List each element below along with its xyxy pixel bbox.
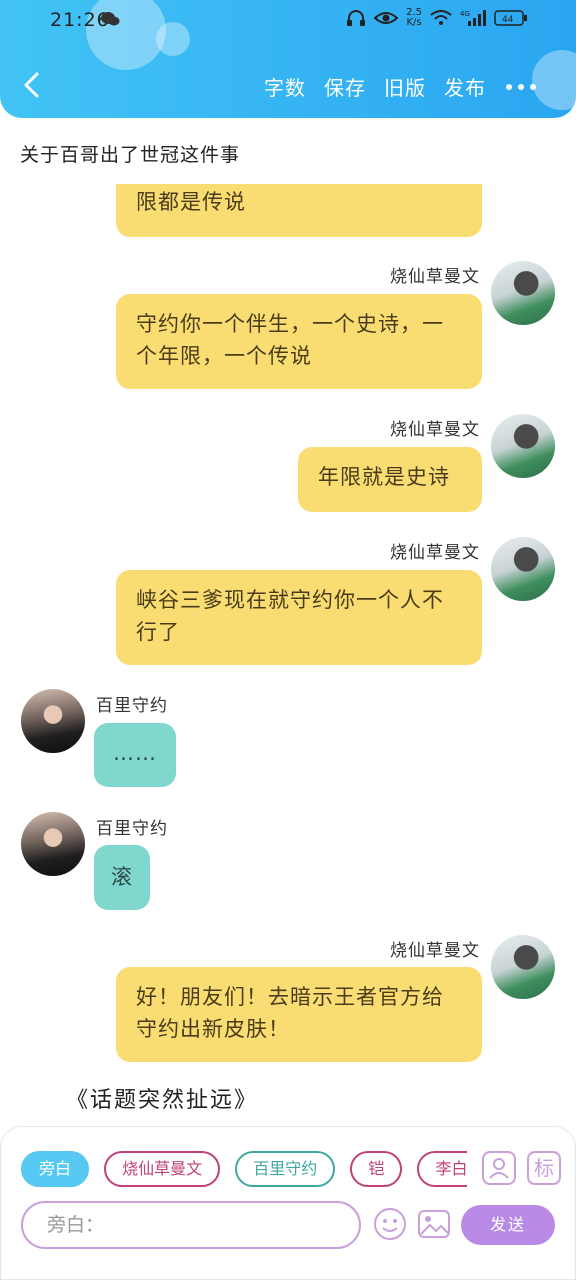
sender-name: 烧仙草曼文 [390,267,480,287]
net-speed: 2.5 K/s [406,8,422,28]
message-text: …… [113,741,157,765]
avatar[interactable] [491,414,555,478]
wifi-icon [430,10,452,25]
chevron-left-icon[interactable] [18,70,48,100]
headphones-icon [347,10,366,26]
message-bubble[interactable]: 守约你一个伴生，一个史诗，一个年限，一个传说 [116,294,482,389]
message-text: 守约你一个伴生，一个史诗，一个年限，一个传说 [136,312,444,368]
message-bubble[interactable]: 滚 [94,845,150,910]
avatar[interactable] [21,689,85,753]
decor-bubble [532,50,576,110]
sender-name: 百里守约 [96,819,168,839]
message-text: 限都是传说 [136,190,246,214]
role-chip-shouyue[interactable]: 百里守约 [235,1151,336,1187]
eye-icon [374,12,399,24]
avatar[interactable] [21,812,85,876]
avatar[interactable] [491,537,555,601]
sender-name: 烧仙草曼文 [390,941,480,961]
status-bar: 21:26 2.5 K/s 4G 44 [0,0,576,44]
message-text: 滚 [111,865,133,889]
tag-icon-label: 标 [534,1156,554,1180]
message-list: 限都是传说 烧仙草曼文 守约你一个伴生，一个史诗，一个年限，一个传说 烧仙草曼文… [0,184,576,1124]
publish-button[interactable]: 发布 [444,72,486,101]
sender-name: 烧仙草曼文 [390,543,480,563]
message-text: 好！朋友们！去暗示王者官方给守约出新皮肤！ [136,985,444,1041]
narration-line: 《话题突然扯远》 [66,1088,259,1113]
sender-name: 烧仙草曼文 [390,420,480,440]
app-header: 21:26 2.5 K/s 4G 44 字数 保存 旧版 发布 [0,0,576,118]
network-type: 4G [460,10,470,18]
tag-icon[interactable]: 标 [527,1151,561,1185]
message-text: 峡谷三爹现在就守约你一个人不行了 [136,588,444,644]
image-icon[interactable] [417,1207,451,1241]
old-version-button[interactable]: 旧版 [384,72,426,101]
role-chip-kai[interactable]: 铠 [350,1151,403,1187]
message-bubble[interactable]: 年限就是史诗 [298,447,482,512]
save-button[interactable]: 保存 [324,72,366,101]
message-input[interactable]: 旁白： [21,1201,361,1249]
header-actions: 字数 保存 旧版 发布 [264,72,486,101]
role-chip-libai[interactable]: 李白 [417,1151,467,1187]
person-card-icon [489,1158,509,1179]
role-chip-list: 旁白 烧仙草曼文 百里守约 铠 李白 [21,1151,467,1191]
person-card-icon[interactable] [482,1151,516,1185]
sender-name: 百里守约 [96,696,168,716]
role-chip-narrator[interactable]: 旁白 [21,1151,90,1187]
battery-icon: 44 [494,10,527,26]
message-text: 年限就是史诗 [318,465,450,489]
message-bubble[interactable]: 限都是传说 [116,184,482,237]
emoji-icon[interactable] [373,1207,407,1241]
avatar[interactable] [491,935,555,999]
signal-icon: 4G [460,10,486,26]
message-bubble[interactable]: 峡谷三爹现在就守约你一个人不行了 [116,570,482,665]
send-button[interactable]: 发送 [461,1205,555,1245]
more-dots-icon[interactable] [506,84,536,90]
composer-panel: 旁白 烧仙草曼文 百里守约 铠 李白 标 旁白： 发送 [0,1126,576,1280]
message-bubble[interactable]: 好！朋友们！去暗示王者官方给守约出新皮肤！ [116,967,482,1062]
message-bubble[interactable]: …… [94,723,176,787]
input-placeholder: 旁白： [47,1214,105,1236]
word-count-button[interactable]: 字数 [264,72,306,101]
role-chip-manwen[interactable]: 烧仙草曼文 [104,1151,221,1187]
chat-title: 关于百哥出了世冠这件事 [20,144,241,166]
wechat-icon [101,12,120,26]
net-speed-unit: K/s [406,17,422,28]
battery-level: 44 [502,15,514,25]
avatar[interactable] [491,261,555,325]
